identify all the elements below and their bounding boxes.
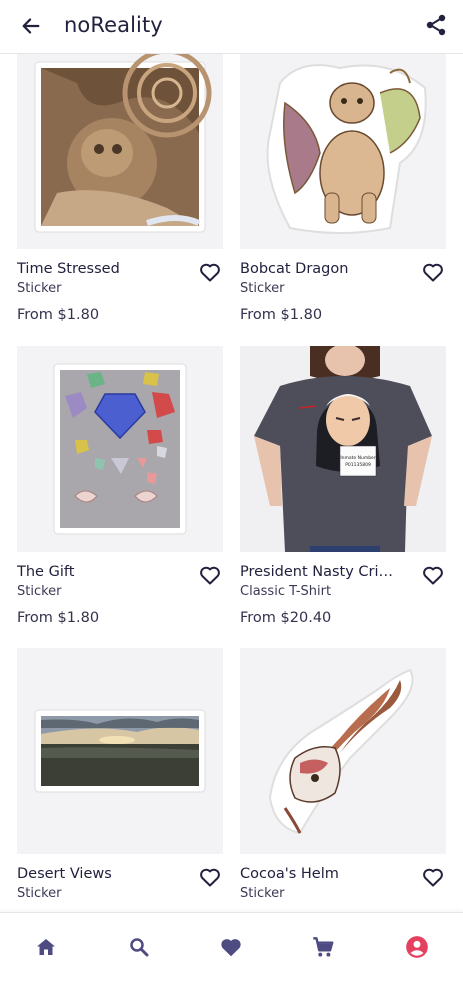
- favorite-heart-icon[interactable]: [420, 562, 446, 588]
- product-thumbnail[interactable]: [240, 648, 446, 854]
- the-gift-artwork: [53, 363, 187, 535]
- product-type: Sticker: [17, 584, 62, 599]
- product-type: Classic T-Shirt: [240, 584, 332, 599]
- product-name[interactable]: Bobcat Dragon: [240, 261, 406, 277]
- product-price: From $20.40: [240, 610, 332, 626]
- product-name[interactable]: Desert Views: [17, 866, 183, 882]
- product-type: Sticker: [240, 281, 285, 296]
- product-thumbnail[interactable]: [240, 43, 446, 249]
- product-thumbnail[interactable]: [17, 43, 223, 249]
- tshirt-sign-line1: Inmate Number: [340, 455, 376, 461]
- account-icon[interactable]: [402, 932, 432, 962]
- heart-icon[interactable]: [216, 932, 246, 962]
- bottom-navigation: [0, 912, 463, 1000]
- bobcat-dragon-artwork: [266, 64, 427, 234]
- tshirt-sign-line2: P01135809: [345, 462, 371, 468]
- product-type: Sticker: [17, 886, 62, 901]
- product-price: From $1.80: [17, 307, 100, 323]
- product-type: Sticker: [240, 886, 285, 901]
- product-price: From $1.80: [240, 307, 323, 323]
- search-icon[interactable]: [124, 932, 154, 962]
- page-title: noReality: [64, 13, 163, 37]
- product-grid: Time Stressed Sticker From $1.80 Bobcat …: [0, 0, 463, 912]
- app-bar: noReality: [0, 0, 463, 54]
- favorite-heart-icon[interactable]: [197, 562, 223, 588]
- time-stressed-artwork: [34, 48, 212, 233]
- favorite-heart-icon[interactable]: [420, 864, 446, 890]
- arrow-left-icon[interactable]: [16, 11, 46, 41]
- product-thumbnail[interactable]: [17, 648, 223, 854]
- product-name[interactable]: President Nasty Crimi...: [240, 564, 406, 580]
- product-thumbnail[interactable]: Inmate Number P01135809: [240, 346, 446, 552]
- product-name[interactable]: Cocoa's Helm: [240, 866, 406, 882]
- share-icon[interactable]: [421, 10, 451, 40]
- favorite-heart-icon[interactable]: [420, 259, 446, 285]
- product-price: From $1.80: [17, 610, 100, 626]
- product-name[interactable]: Time Stressed: [17, 261, 183, 277]
- cart-icon[interactable]: [308, 932, 338, 962]
- product-thumbnail[interactable]: [17, 346, 223, 552]
- favorite-heart-icon[interactable]: [197, 259, 223, 285]
- favorite-heart-icon[interactable]: [197, 864, 223, 890]
- home-icon[interactable]: [31, 932, 61, 962]
- cocoas-helm-artwork: [268, 668, 414, 835]
- tshirt-model-photo: Inmate Number P01135809: [254, 346, 432, 552]
- desert-views-artwork: [34, 709, 206, 793]
- product-name[interactable]: The Gift: [17, 564, 183, 580]
- product-type: Sticker: [17, 281, 62, 296]
